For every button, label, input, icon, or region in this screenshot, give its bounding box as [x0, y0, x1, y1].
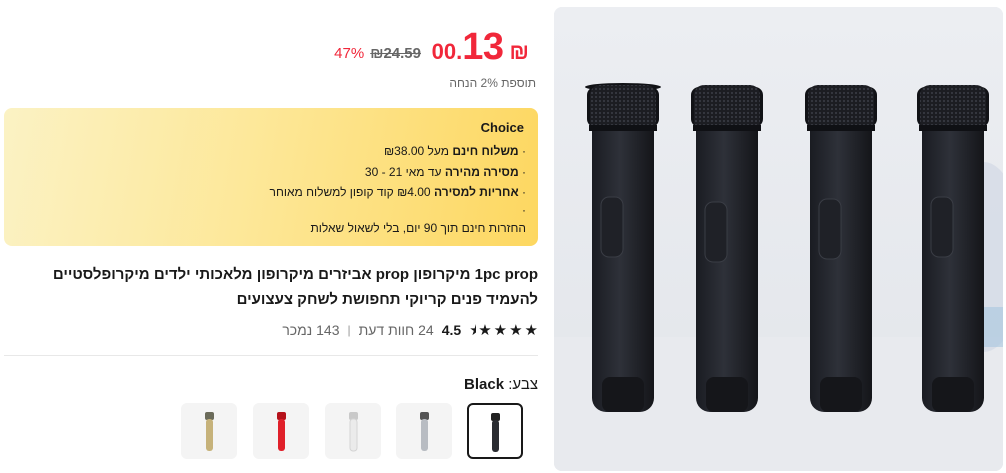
color-swatch-black[interactable] [467, 403, 523, 459]
price-integer: 13 [462, 26, 504, 68]
star-icon: ★ [478, 322, 492, 339]
sold-count: 143 נמכר [282, 322, 340, 338]
divider [4, 355, 538, 356]
color-swatch-gold[interactable] [181, 403, 237, 459]
price-decimal: .00 [431, 39, 463, 64]
bullet-dot: · [522, 203, 526, 217]
color-label: צבע: Black [464, 376, 538, 393]
star-icon: ★ [509, 322, 523, 339]
extra-discount-text: תוספת 2% הנחה [449, 76, 536, 90]
color-swatch-red[interactable] [253, 403, 309, 459]
delivery-guarantee-coupon: ₪4.00 קוד קופון למשלוח מאוחר [269, 185, 431, 199]
currency-symbol: ₪ [509, 39, 529, 64]
star-icon: ★ [524, 322, 538, 339]
free-shipping-line: · משלוח חינם מעל ₪38.00 [383, 144, 526, 158]
original-price: ₪24.59 [370, 45, 421, 62]
product-main-image[interactable] [554, 7, 1003, 471]
delivery-guarantee-line: · אחריות למסירה ₪4.00 קוד קופון למשלוח מ… [269, 185, 526, 199]
star-icon: ★ [493, 322, 508, 339]
original-price-row: ₪24.59 47% [334, 45, 421, 62]
free-shipping-threshold: מעל ₪38.00 [383, 144, 449, 158]
rating-score: 4.5 [441, 322, 462, 338]
star-rating: ★ ★ ★ ★ ★ [469, 321, 538, 339]
fast-delivery-dates: עד מאי 21 - 30 [364, 165, 442, 179]
product-title: 1pc prop מיקרופון prop אביזרים מיקרופון … [52, 266, 538, 308]
separator: | [347, 323, 351, 337]
current-price: ₪ 13 .00 [432, 26, 529, 69]
half-star-icon: ★ [469, 322, 477, 339]
free-returns-line: החזרות חינם תוך 90 יום, בלי לשאול שאלות [310, 221, 526, 235]
review-count-link[interactable]: 24 חוות דעת [359, 322, 434, 338]
choice-title: Choice [480, 120, 524, 135]
free-shipping-label: משלוח חינם [452, 144, 519, 158]
rating-row[interactable]: ★ ★ ★ ★ ★ 4.5 24 חוות דעת | 143 נמכר [282, 321, 538, 339]
discount-percent: 47% [334, 45, 365, 62]
color-swatch-white[interactable] [325, 403, 381, 459]
fast-delivery-line: · מסירה מהירה עד מאי 21 - 30 [364, 165, 526, 179]
selected-color: Black [464, 376, 505, 393]
delivery-guarantee-label: אחריות למסירה [433, 185, 519, 199]
choice-benefits-box[interactable]: Choice · משלוח חינם מעל ₪38.00 · מסירה מ… [4, 108, 538, 246]
fast-delivery-label: מסירה מהירה [444, 165, 519, 179]
color-swatch-silver[interactable] [396, 403, 452, 459]
